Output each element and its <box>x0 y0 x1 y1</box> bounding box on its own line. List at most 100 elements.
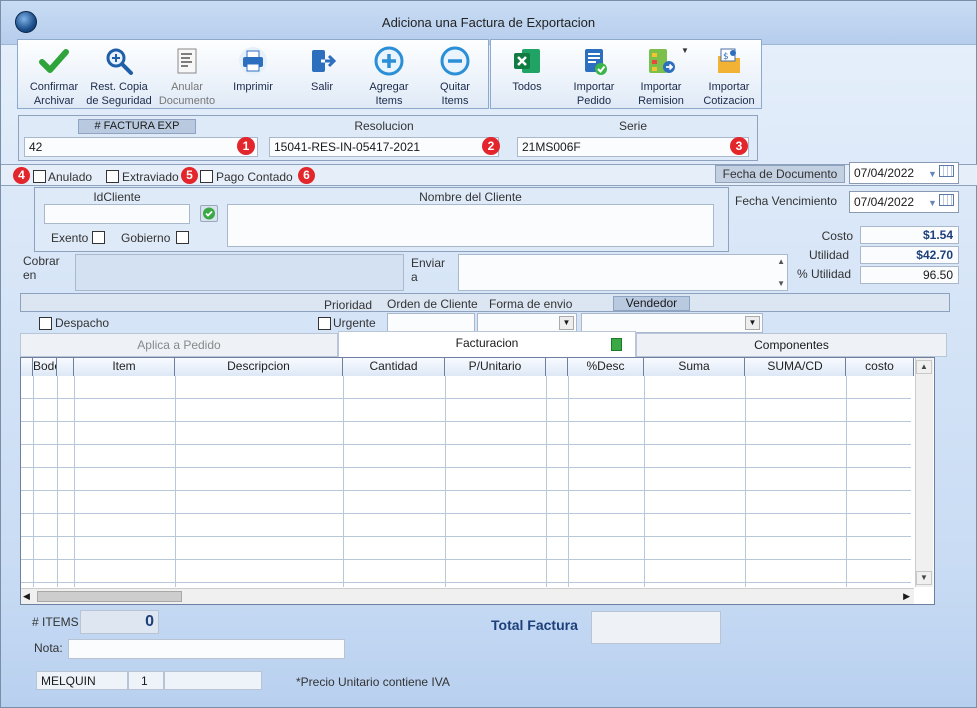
idcliente-label: IdCliente <box>93 190 141 204</box>
imprimir-button[interactable]: Imprimir <box>219 44 287 108</box>
grid-col-line <box>74 376 75 587</box>
confirmar-archivar-button[interactable]: Confirmar Archivar <box>20 44 88 108</box>
urgente-checkbox[interactable] <box>318 317 331 330</box>
fecha-documento-picker[interactable]: 07/04/2022 ▼ <box>849 162 959 184</box>
chevron-down-icon[interactable]: ▼ <box>745 316 760 330</box>
grid-col-header[interactable]: %Desc <box>568 358 644 376</box>
excel-icon <box>514 49 540 73</box>
grid-hscrollbar[interactable]: ◀ ▶ <box>21 588 914 604</box>
user-name: MELQUIN <box>36 671 128 690</box>
todos-button[interactable]: Todos <box>493 44 561 108</box>
items-grid[interactable]: Bodega Item Descripcion Cantidad P/Unita… <box>20 357 935 605</box>
cobrar-en-field[interactable] <box>75 254 404 291</box>
grid-col-header[interactable]: Suma <box>644 358 745 376</box>
orden-cliente-input[interactable] <box>387 313 475 333</box>
importar-pedido-button[interactable]: Importar Pedido <box>560 44 628 108</box>
exento-checkbox[interactable] <box>92 231 105 244</box>
resolucion-field[interactable]: 15041-RES-IN-05417-2021 <box>269 137 499 157</box>
grid-col-header[interactable]: P/Unitario <box>445 358 546 376</box>
grid-col-header[interactable] <box>546 358 568 376</box>
calendar-dropdown-icon[interactable]: ▼ <box>928 194 956 210</box>
scroll-down-icon[interactable]: ▼ <box>916 571 932 585</box>
forma-envio-select[interactable]: ▼ <box>477 313 577 333</box>
flow-import-icon <box>649 49 675 73</box>
total-factura-value <box>591 611 721 644</box>
factura-number-field[interactable]: 42 <box>24 137 258 157</box>
serie-field[interactable]: 21MS006F <box>517 137 749 157</box>
salir-button[interactable]: Salir <box>288 44 356 108</box>
exento-label: Exento <box>51 231 89 245</box>
scroll-up-icon[interactable]: ▲ <box>777 257 785 266</box>
pago-contado-checkbox[interactable] <box>200 170 213 183</box>
anular-documento-button[interactable]: Anular Documento <box>153 44 221 108</box>
gobierno-checkbox[interactable] <box>176 231 189 244</box>
grid-col-header[interactable]: Item <box>74 358 175 376</box>
vendedor-select[interactable]: ▼ <box>581 313 763 333</box>
grid-col-header[interactable]: Cantidad <box>343 358 445 376</box>
nombre-cliente-label: Nombre del Cliente <box>419 190 522 204</box>
window-title: Adiciona una Factura de Exportacion <box>381 15 596 30</box>
green-check-icon <box>203 207 215 220</box>
tab-facturacion[interactable]: Facturacion <box>338 331 636 357</box>
grid-col-header[interactable]: SUMA/CD <box>745 358 846 376</box>
scroll-down-icon[interactable]: ▼ <box>777 279 785 288</box>
badge-5: 5 <box>181 167 198 184</box>
grid-col-header[interactable]: Descripcion <box>175 358 343 376</box>
quote-import-icon: $ <box>718 48 740 73</box>
utilidad-value: $42.70 <box>860 246 959 264</box>
anulado-checkbox[interactable] <box>33 170 46 183</box>
fecha-vencimiento-picker[interactable]: 07/04/2022 ▼ <box>849 191 959 213</box>
envio-panel <box>20 293 950 312</box>
tab-componentes[interactable]: Componentes <box>636 333 947 357</box>
validate-cliente-button[interactable] <box>200 205 218 222</box>
scroll-right-icon[interactable]: ▶ <box>903 591 910 602</box>
zoom-in-icon <box>106 48 133 75</box>
scroll-up-icon[interactable]: ▲ <box>916 360 932 374</box>
extraviado-checkbox[interactable] <box>106 170 119 183</box>
user-number: 1 <box>128 671 164 690</box>
utilidad-label: Utilidad <box>808 248 849 262</box>
enviar-a-label: Enviar a <box>411 256 446 284</box>
resolucion-label: Resolucion <box>354 119 414 133</box>
scroll-left-icon[interactable]: ◀ <box>23 591 30 602</box>
chevron-down-icon[interactable]: ▼ <box>559 316 574 330</box>
despacho-checkbox[interactable] <box>39 317 52 330</box>
nombre-cliente-field[interactable] <box>227 204 714 247</box>
tab-facturacion-label: Facturacion <box>455 336 519 350</box>
grid-col-line <box>175 376 176 587</box>
grid-row-line <box>21 398 911 399</box>
agregar-items-button[interactable]: Agregar Items <box>355 44 423 108</box>
restore-backup-button[interactable]: Rest. Copia de Seguridad <box>85 44 153 108</box>
printer-icon <box>239 47 267 75</box>
hscroll-thumb[interactable] <box>37 591 182 602</box>
grid-col-line <box>568 376 569 587</box>
cobrar-en-label: Cobrar en <box>23 254 60 282</box>
minus-circle-icon <box>440 46 470 76</box>
grid-col-line <box>745 376 746 587</box>
grid-col-header[interactable]: Bodega <box>33 358 57 376</box>
quitar-items-button[interactable]: Quitar Items <box>421 44 489 108</box>
grid-row-line <box>21 536 911 537</box>
extraviado-label: Extraviado <box>122 170 179 184</box>
fecha-vencimiento-label: Fecha Vencimiento <box>735 194 838 208</box>
idcliente-input[interactable] <box>44 204 190 224</box>
grid-row-line <box>21 444 911 445</box>
grid-col-header[interactable] <box>57 358 74 376</box>
grid-col-header[interactable]: costo <box>846 358 914 376</box>
grid-vscrollbar[interactable]: ▲ ▼ <box>915 358 933 587</box>
orden-cliente-label: Orden de Cliente <box>387 297 478 311</box>
enviar-a-field[interactable]: ▲ ▼ <box>458 254 788 291</box>
document-icon <box>177 48 197 74</box>
importar-cotizacion-button[interactable]: $ Importar Cotizacion <box>695 44 763 108</box>
tab-aplica-pedido[interactable]: Aplica a Pedido <box>20 333 338 357</box>
grid-row-line <box>21 467 911 468</box>
badge-2: 2 <box>482 137 500 155</box>
gobierno-label: Gobierno <box>121 231 171 245</box>
calendar-dropdown-icon[interactable]: ▼ <box>928 165 956 181</box>
dropdown-arrow-icon[interactable]: ▼ <box>681 46 689 55</box>
badge-3: 3 <box>730 137 748 155</box>
grid-col-header[interactable] <box>21 358 33 376</box>
grid-row-line <box>21 559 911 560</box>
grid-col-line <box>33 376 34 587</box>
nota-input[interactable] <box>68 639 345 659</box>
